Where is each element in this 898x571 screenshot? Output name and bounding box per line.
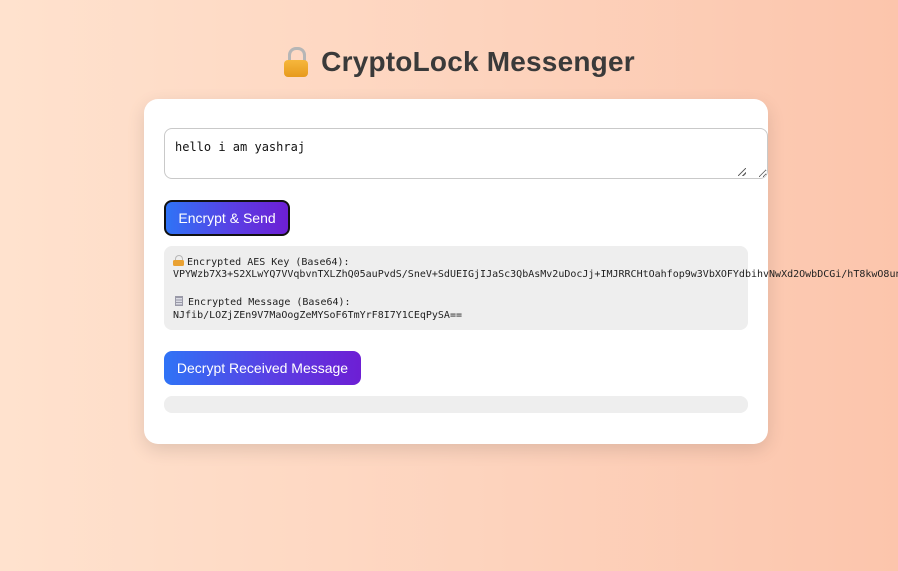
page-title-wrap: CryptoLock Messenger [283, 46, 635, 78]
lock-icon [283, 47, 309, 77]
aes-key-value: VPYWzb7X3+S2XLwYQ7VVqbvnTXLZhQ05auPvdS/S… [173, 269, 898, 280]
page-title: CryptoLock Messenger [321, 46, 635, 77]
aes-key-label: Encrypted AES Key (Base64): [187, 257, 350, 268]
page-header: CryptoLock Messenger [0, 46, 898, 90]
encrypted-message-value: NJfib/LOZjZEn9V7MaOogZeMYSoF6TmYrF8I7Y1C… [173, 310, 462, 321]
decrypt-button[interactable]: Decrypt Received Message [164, 351, 361, 385]
encrypted-message-label: Encrypted Message (Base64): [188, 297, 351, 308]
messenger-card: Encrypt & Send Encrypted AES Key (Base64… [144, 99, 898, 444]
decrypted-output-panel [164, 396, 748, 413]
encrypted-output-panel: Encrypted AES Key (Base64): VPYWzb7X3+S2… [164, 246, 898, 330]
aes-key-heading: Encrypted AES Key (Base64): [173, 255, 739, 268]
key-lock-icon [173, 255, 184, 266]
encrypted-message-heading: Encrypted Message (Base64): [173, 296, 739, 309]
document-icon [175, 296, 183, 306]
message-input[interactable] [164, 128, 768, 179]
encrypt-send-button[interactable]: Encrypt & Send [164, 200, 290, 236]
resize-handle-icon[interactable] [738, 168, 746, 176]
